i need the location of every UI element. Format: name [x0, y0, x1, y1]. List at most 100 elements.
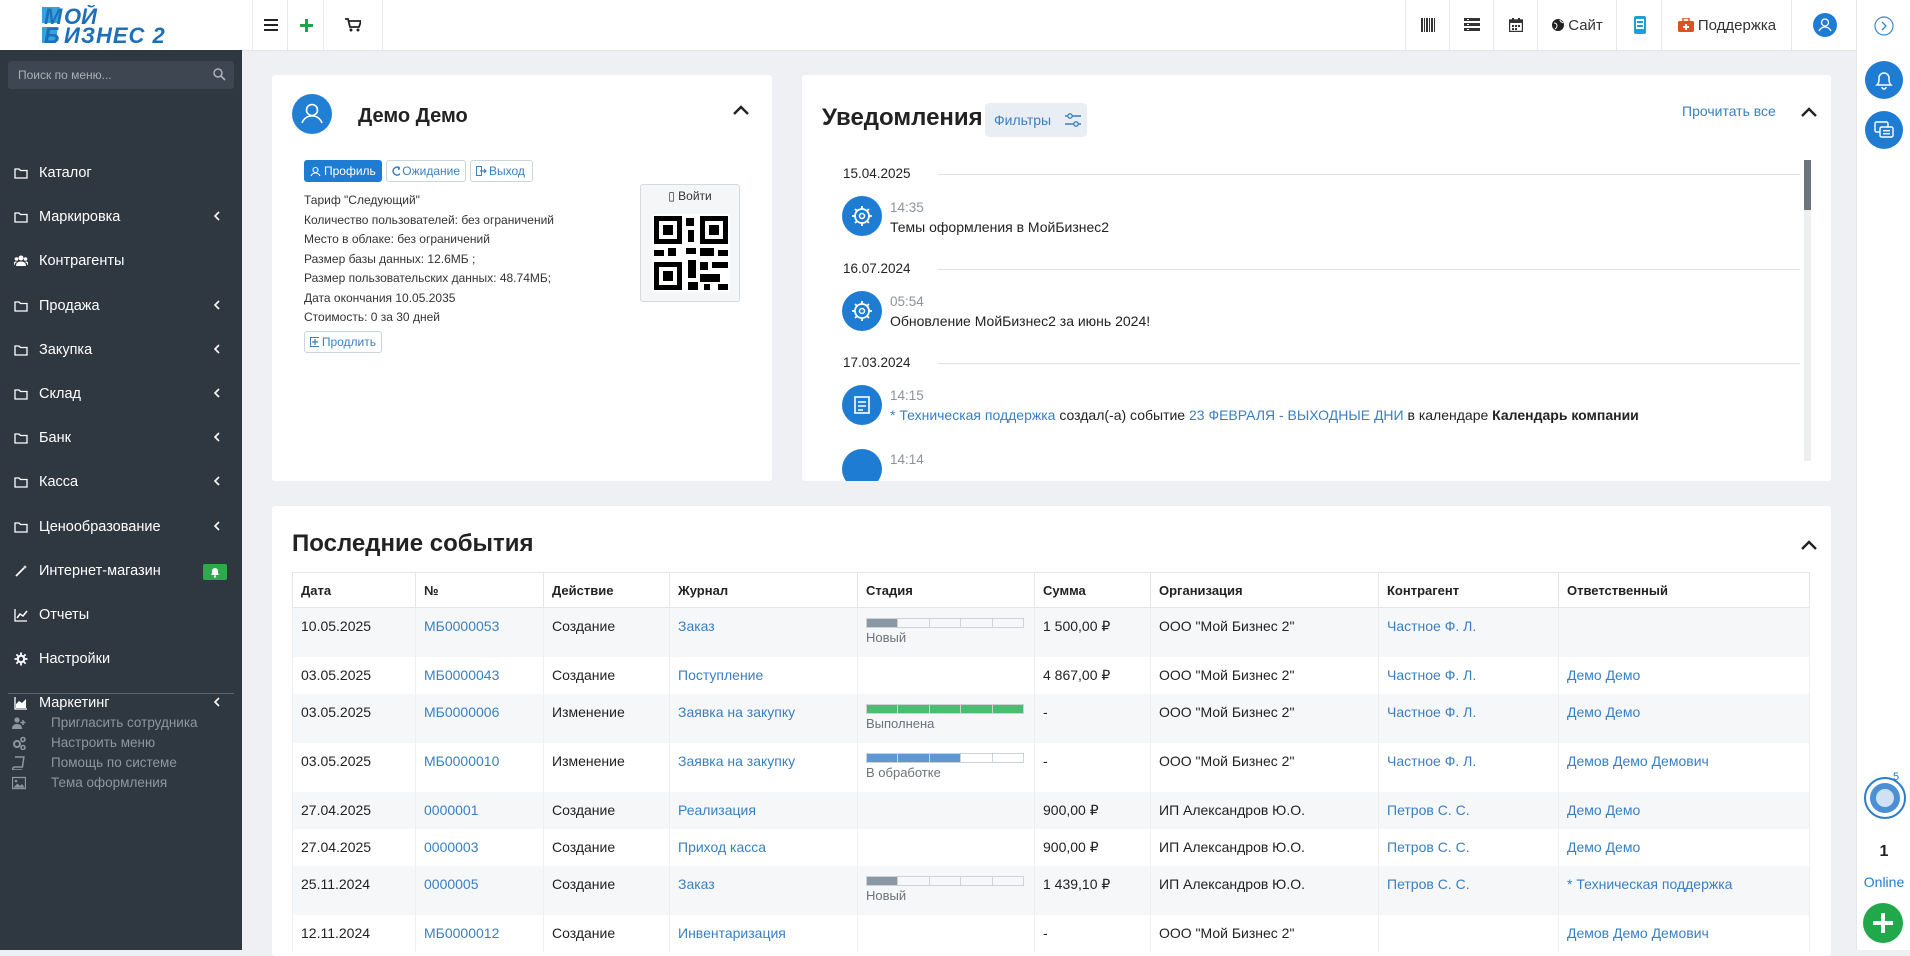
- sidebar-item[interactable]: Ценообразование: [0, 505, 242, 549]
- collapse-events-button[interactable]: [1800, 539, 1818, 551]
- messages-button[interactable]: [1865, 111, 1903, 149]
- notification-link[interactable]: Темы оформления в МойБизнес2: [890, 219, 1109, 235]
- notifications-scrollbar[interactable]: [1804, 160, 1811, 461]
- cell-text[interactable]: Инвентаризация: [678, 925, 786, 941]
- table-row[interactable]: 03.05.2025 МБ0000006 Изменение Заявка на за…: [292, 693, 1810, 743]
- table-row[interactable]: 03.05.2025 МБ0000010 Изменение Заявка на за…: [292, 742, 1810, 792]
- add-button[interactable]: [287, 0, 324, 50]
- cell-text[interactable]: Петров С. С.: [1387, 802, 1470, 818]
- mobile-app-button[interactable]: [1616, 0, 1662, 50]
- profile-button[interactable]: Профиль: [304, 160, 382, 182]
- support-button[interactable]: Поддержка: [1661, 0, 1792, 50]
- collapse-rail-button[interactable]: [1874, 16, 1894, 36]
- column-header[interactable]: Стадия: [857, 572, 1035, 608]
- gears-icon: [13, 736, 26, 750]
- cart-button[interactable]: [323, 0, 383, 50]
- notifications-bell-button[interactable]: [1865, 61, 1903, 99]
- menu-search-input[interactable]: [8, 61, 208, 89]
- column-header[interactable]: Дата: [292, 572, 416, 608]
- cell-text[interactable]: Заявка на закупку: [678, 753, 795, 769]
- notification-author-link[interactable]: * Техническая поддержка: [890, 407, 1055, 423]
- notification-event-link[interactable]: 23 ФЕВРАЛЯ - ВЫХОДНЫЕ ДНИ: [1189, 407, 1404, 423]
- cell-text[interactable]: Частное Ф. Л.: [1387, 667, 1476, 683]
- sidebar-item[interactable]: Продажа: [0, 284, 242, 328]
- sidebar-item[interactable]: Интернет-магазин: [0, 549, 242, 593]
- sidebar-item[interactable]: Закупка: [0, 328, 242, 372]
- sidebar-item[interactable]: Каталог: [0, 151, 242, 195]
- waiting-button[interactable]: Ожидание: [386, 160, 466, 182]
- notification-link[interactable]: Обновление МойБизнес2 за июнь 2024!: [890, 313, 1150, 329]
- extend-button[interactable]: Продлить: [304, 331, 382, 353]
- table-row[interactable]: 10.05.2025 МБ0000053 Создание Заказ Новый 1 5…: [292, 607, 1810, 657]
- cell-text[interactable]: МБ0000010: [424, 753, 499, 769]
- quick-add-button[interactable]: [1863, 903, 1903, 943]
- column-header[interactable]: Контрагент: [1378, 572, 1559, 608]
- cell-text[interactable]: Демо Демо: [1567, 704, 1640, 720]
- sidebar-item[interactable]: Банк: [0, 416, 242, 460]
- collapse-profile-button[interactable]: [732, 104, 750, 116]
- cell-text[interactable]: Демо Демо: [1567, 839, 1640, 855]
- cell-text[interactable]: Демо Демо: [1567, 802, 1640, 818]
- calendar-button[interactable]: [1493, 0, 1538, 50]
- cell-text[interactable]: Заказ: [678, 876, 715, 892]
- site-button[interactable]: Сайт: [1537, 0, 1617, 50]
- logo[interactable]: М ОЙ Б ИЗНЕС 2: [42, 5, 212, 47]
- cell-text[interactable]: Демов Демо Демович: [1567, 753, 1709, 769]
- cell-text[interactable]: Петров С. С.: [1387, 839, 1470, 855]
- column-header[interactable]: №: [415, 572, 544, 608]
- notification-icon: [842, 449, 882, 481]
- table-row[interactable]: 27.04.2025 0000003 Создание Приход касса 900…: [292, 828, 1810, 866]
- sidebar-item[interactable]: Настройки: [0, 637, 242, 681]
- logout-button[interactable]: Выход: [470, 160, 533, 182]
- column-header[interactable]: Ответственный: [1558, 572, 1810, 608]
- sidebar-tool-item[interactable]: Пригласить сотрудника: [0, 713, 242, 733]
- cell-text[interactable]: Заказ: [678, 618, 715, 634]
- table-row[interactable]: 25.11.2024 0000005 Создание Заказ Новый 1 439…: [292, 865, 1810, 915]
- tasks-button[interactable]: [1449, 0, 1494, 50]
- cell-text[interactable]: Поступление: [678, 667, 763, 683]
- cell-text[interactable]: МБ0000043: [424, 667, 499, 683]
- read-all-link[interactable]: Прочитать все: [1682, 103, 1776, 119]
- sidebar-item[interactable]: Контрагенты: [0, 239, 242, 283]
- menu-toggle-button[interactable]: [252, 0, 288, 50]
- sidebar-item[interactable]: Маркировка: [0, 195, 242, 239]
- column-header[interactable]: Организация: [1150, 572, 1379, 608]
- cell-text[interactable]: МБ0000006: [424, 704, 499, 720]
- sidebar-tool-item[interactable]: Помощь по системе: [0, 753, 242, 773]
- column-header[interactable]: Журнал: [669, 572, 858, 608]
- cell-text[interactable]: Заявка на закупку: [678, 704, 795, 720]
- table-row[interactable]: 27.04.2025 0000001 Создание Реализация 900,0…: [292, 791, 1810, 829]
- cell-action: Создание: [543, 791, 670, 829]
- cell-text[interactable]: Демов Демо Демович: [1567, 925, 1709, 941]
- cell-text[interactable]: * Техническая поддержка: [1567, 876, 1732, 892]
- table-row[interactable]: 03.05.2025 МБ0000043 Создание Поступление 4 …: [292, 656, 1810, 694]
- cell-text[interactable]: Демо Демо: [1567, 667, 1640, 683]
- filters-button[interactable]: Фильтры: [985, 103, 1087, 137]
- cell-text[interactable]: Частное Ф. Л.: [1387, 618, 1476, 634]
- cell-text[interactable]: 0000005: [424, 876, 479, 892]
- column-header[interactable]: Действие: [543, 572, 670, 608]
- sidebar-item[interactable]: Касса: [0, 460, 242, 504]
- sidebar-tool-item[interactable]: Настроить меню: [0, 733, 242, 753]
- scrollbar-thumb[interactable]: [1804, 160, 1811, 210]
- cell-text[interactable]: 0000003: [424, 839, 479, 855]
- cell-text[interactable]: Частное Ф. Л.: [1387, 753, 1476, 769]
- user-menu-button[interactable]: [1791, 0, 1857, 50]
- cell-text[interactable]: 0000001: [424, 802, 479, 818]
- cell-text[interactable]: Петров С. С.: [1387, 876, 1470, 892]
- barcode-button[interactable]: [1405, 0, 1450, 50]
- search-icon[interactable]: [213, 68, 226, 81]
- cell-text[interactable]: МБ0000012: [424, 925, 499, 941]
- chat-widget-button[interactable]: 5: [1862, 771, 1908, 819]
- qr-login-box[interactable]: ▯ Войти: [640, 184, 740, 302]
- column-header[interactable]: Сумма: [1034, 572, 1151, 608]
- cell-text[interactable]: Приход касса: [678, 839, 766, 855]
- collapse-notifications-button[interactable]: [1800, 106, 1818, 118]
- sidebar-item[interactable]: Склад: [0, 372, 242, 416]
- cell-text[interactable]: МБ0000053: [424, 618, 499, 634]
- table-row[interactable]: 12.11.2024 МБ0000012 Создание Инвентаризаци…: [292, 914, 1810, 952]
- cell-text[interactable]: Реализация: [678, 802, 756, 818]
- sidebar-item[interactable]: Отчеты: [0, 593, 242, 637]
- sidebar-tool-item[interactable]: Тема оформления: [0, 773, 242, 793]
- cell-text[interactable]: Частное Ф. Л.: [1387, 704, 1476, 720]
